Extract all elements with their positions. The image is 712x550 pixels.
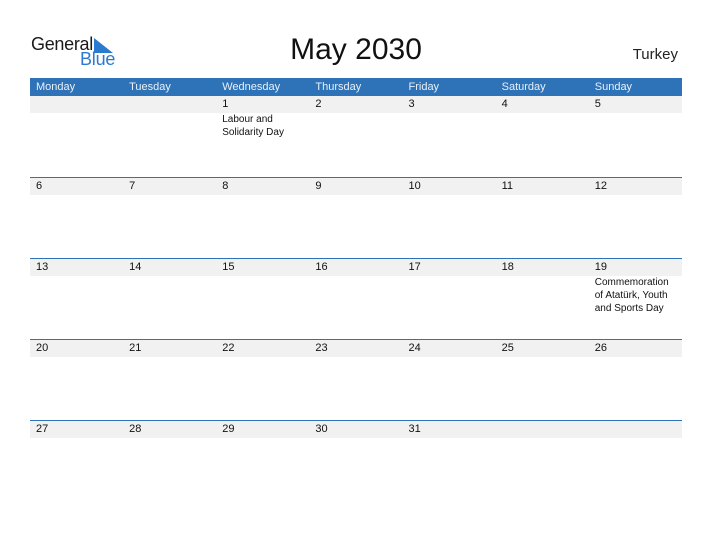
country-label: Turkey	[632, 46, 678, 63]
day-number: 22	[222, 342, 235, 354]
calendar-title: May 2030	[290, 33, 422, 66]
day-number: 13	[36, 261, 49, 273]
day-number: 17	[408, 261, 421, 273]
day-cell: 20	[30, 340, 123, 357]
day-cell: 11	[496, 178, 589, 195]
calendar-grid: 1 Labour and Solidarity Day 2 3 4 5 6 7 8 9 10 11 12…	[30, 96, 682, 501]
day-cell: 14	[123, 259, 216, 315]
holiday-event: Labour and Solidarity Day	[222, 114, 284, 138]
weekday-sunday: Sunday	[594, 81, 633, 93]
weekday-monday: Monday	[36, 81, 76, 93]
day-cell: 5	[589, 96, 682, 139]
day-cell: 13	[30, 259, 123, 315]
day-number: 16	[315, 261, 328, 273]
day-number: 21	[129, 342, 142, 354]
day-number: 19	[594, 261, 607, 273]
day-cell: 1 Labour and Solidarity Day	[216, 96, 309, 139]
day-number: 18	[501, 261, 514, 273]
day-number	[595, 421, 682, 438]
day-number: 6	[36, 180, 43, 192]
day-cell: 26	[589, 340, 682, 357]
day-number: 29	[222, 423, 235, 435]
weekday-saturday: Saturday	[501, 81, 546, 93]
day-number: 12	[594, 180, 607, 192]
day-cell	[30, 96, 123, 139]
day-number: 8	[222, 180, 229, 192]
day-number: 11	[501, 180, 514, 192]
day-cell: 27	[30, 421, 123, 438]
holiday-event: Commemoration of Atatürk, Youth and Spor…	[594, 277, 669, 314]
day-cell: 9	[309, 178, 402, 195]
weekday-friday: Friday	[408, 81, 440, 93]
day-number: 4	[501, 98, 508, 110]
day-number: 1	[222, 98, 229, 110]
day-number: 10	[408, 180, 421, 192]
day-number: 27	[36, 423, 49, 435]
day-number: 24	[408, 342, 421, 354]
day-number	[502, 421, 589, 438]
day-number: 28	[129, 423, 142, 435]
day-cell: 10	[403, 178, 496, 195]
day-cell: 28	[123, 421, 216, 438]
day-number: 7	[129, 180, 136, 192]
week-cells: 1 Labour and Solidarity Day 2 3 4 5	[30, 96, 682, 139]
week-cells: 13 14 15 16 17 18 19 Commemoration of Atatürk, …	[30, 259, 682, 315]
day-number: 25	[501, 342, 514, 354]
day-number: 20	[36, 342, 49, 354]
weekday-tuesday: Tuesday	[129, 81, 171, 93]
day-cell: 23	[309, 340, 402, 357]
week-row: 27 28 29 30 31	[30, 420, 682, 501]
day-cell: 30	[309, 421, 402, 438]
day-cell: 4	[496, 96, 589, 139]
day-number: 31	[408, 423, 421, 435]
day-cell: 7	[123, 178, 216, 195]
day-cell: 19 Commemoration of Atatürk, Youth and Sp…	[589, 259, 682, 315]
day-cell: 22	[216, 340, 309, 357]
week-cells: 27 28 29 30 31	[30, 421, 682, 438]
weekday-thursday: Thursday	[315, 81, 362, 93]
day-number: 2	[315, 98, 322, 110]
day-number	[129, 96, 216, 113]
day-cell: 8	[216, 178, 309, 195]
day-number: 15	[222, 261, 235, 273]
day-cell: 25	[496, 340, 589, 357]
day-cell: 16	[309, 259, 402, 315]
day-cell: 24	[403, 340, 496, 357]
day-cell: 31	[403, 421, 496, 438]
day-cell: 18	[496, 259, 589, 315]
day-cell	[589, 421, 682, 438]
day-cell: 6	[30, 178, 123, 195]
day-cell	[496, 421, 589, 438]
day-number	[36, 96, 123, 113]
weekday-header: Monday Tuesday Wednesday Thursday Friday…	[30, 78, 682, 96]
day-cell: 21	[123, 340, 216, 357]
week-cells: 6 7 8 9 10 11 12	[30, 178, 682, 195]
day-cell: 3	[403, 96, 496, 139]
week-row: 13 14 15 16 17 18 19 Commemoration of Atatürk, …	[30, 258, 682, 339]
day-cell: 29	[216, 421, 309, 438]
day-number: 14	[129, 261, 142, 273]
day-number: 5	[594, 98, 601, 110]
week-row: 6 7 8 9 10 11 12	[30, 177, 682, 258]
day-number: 3	[408, 98, 415, 110]
day-cell	[123, 96, 216, 139]
weekday-wednesday: Wednesday	[222, 81, 281, 93]
day-cell: 2	[309, 96, 402, 139]
day-number: 9	[315, 180, 322, 192]
day-number: 26	[594, 342, 607, 354]
day-cell: 12	[589, 178, 682, 195]
week-cells: 20 21 22 23 24 25 26	[30, 340, 682, 357]
day-number: 23	[315, 342, 328, 354]
week-row: 20 21 22 23 24 25 26	[30, 339, 682, 420]
day-cell: 15	[216, 259, 309, 315]
day-cell: 17	[403, 259, 496, 315]
week-row: 1 Labour and Solidarity Day 2 3 4 5	[30, 96, 682, 177]
day-number: 30	[315, 423, 328, 435]
